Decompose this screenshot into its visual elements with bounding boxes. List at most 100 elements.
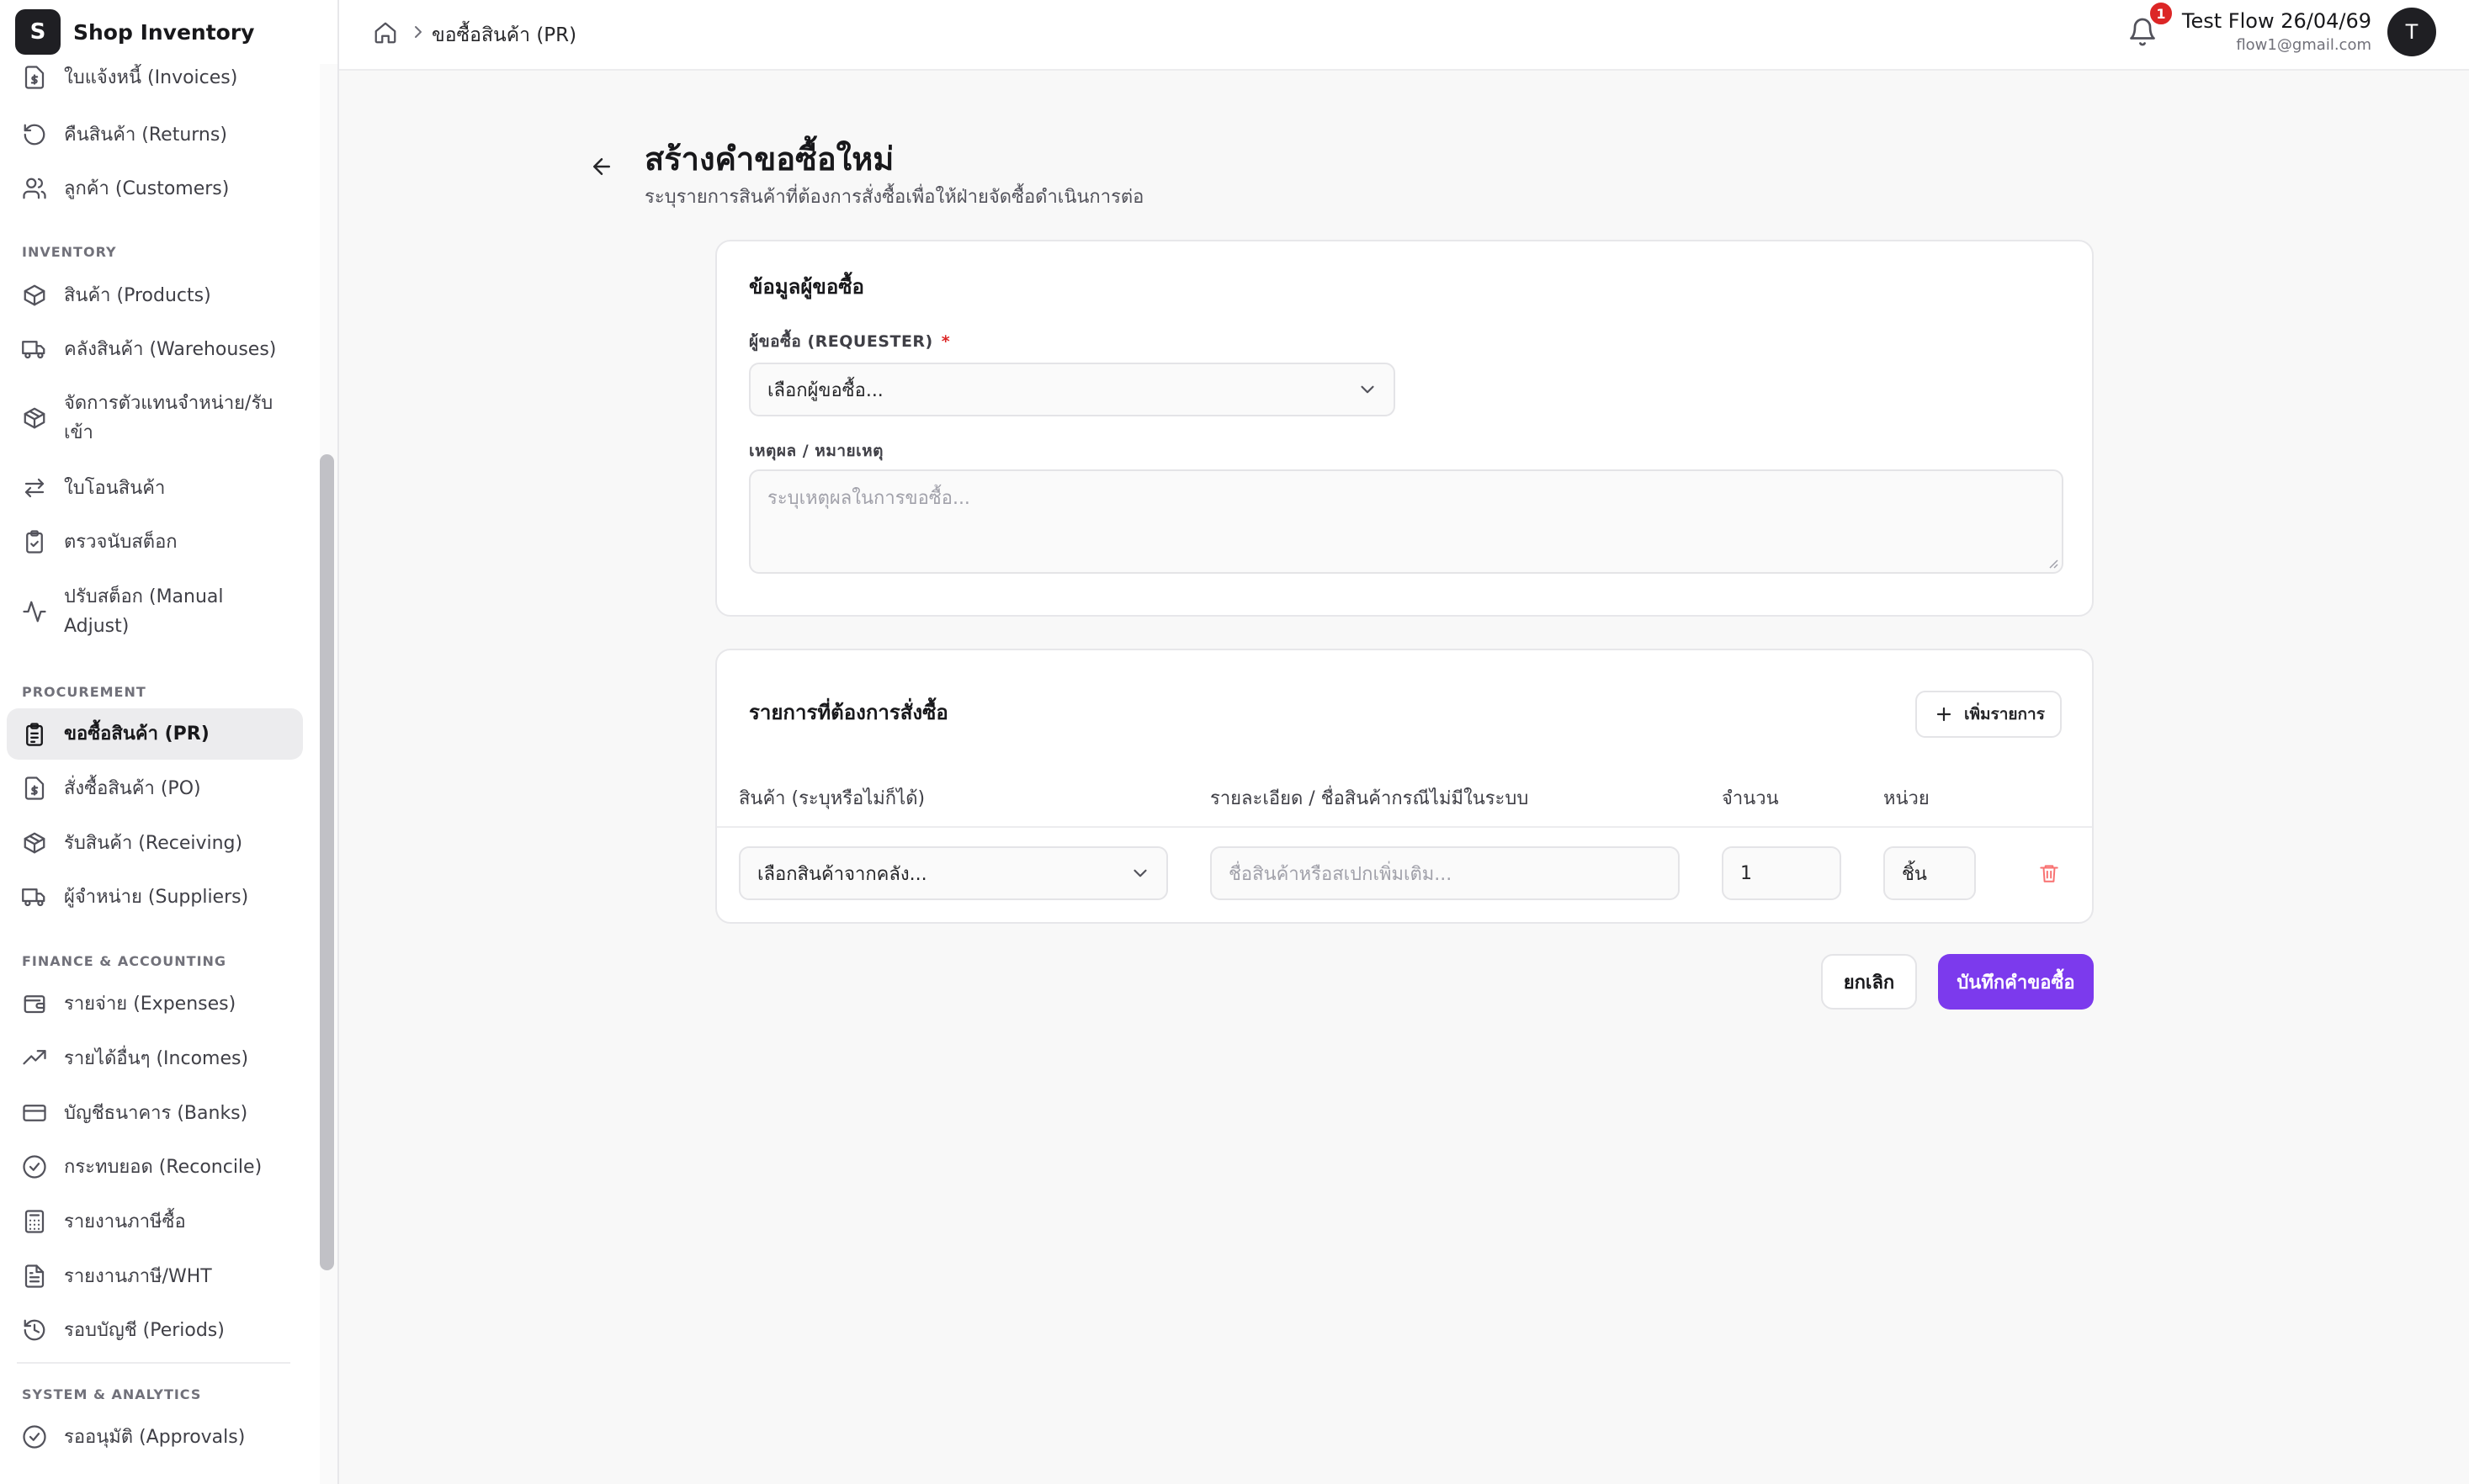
sidebar-item-label: สินค้า (Products) — [64, 284, 211, 306]
box-icon — [20, 281, 49, 310]
page-subtitle: ระบุรายการสินค้าที่ต้องการสั่งซื้อเพื่อใ… — [645, 187, 1144, 208]
resize-handle-icon[interactable] — [2045, 555, 2058, 569]
activity-icon — [20, 597, 49, 626]
table-header-divider — [717, 826, 2092, 828]
sidebar-item-label: ใบแจ้งหนี้ (Invoices) — [64, 66, 238, 88]
sidebar-divider — [17, 1362, 290, 1364]
wallet-icon — [20, 989, 49, 1018]
sidebar-item-incomes[interactable]: รายได้อื่นๆ (Incomes) — [7, 1041, 303, 1075]
requester-select-value: เลือกผู้ขอซื้อ... — [767, 379, 884, 401]
sidebar-item-expenses[interactable]: รายจ่าย (Expenses) — [7, 987, 303, 1020]
sidebar-item-label: รอบบัญชี (Periods) — [64, 1319, 225, 1341]
truck-icon — [20, 335, 49, 363]
items-card-title: รายการที่ต้องการสั่งซื้อ — [749, 701, 948, 724]
sidebar-section-system: SYSTEM & ANALYTICS — [22, 1386, 202, 1402]
sidebar-section-procurement: PROCUREMENT — [22, 684, 146, 700]
users-icon — [20, 174, 49, 203]
notification-badge: 1 — [2148, 0, 2174, 27]
sidebar-item-label: รายงานภาษี/WHT — [64, 1265, 212, 1287]
sidebar-item-warehouses[interactable]: คลังสินค้า (Warehouses) — [7, 332, 303, 366]
reason-label: เหตุผล / หมายเหตุ — [749, 442, 884, 460]
sidebar-item-wht[interactable]: รายงานภาษี/WHT — [7, 1259, 303, 1293]
history-icon — [20, 1316, 49, 1344]
add-item-button[interactable]: เพิ่มรายการ — [1915, 691, 2062, 738]
delete-row-icon[interactable] — [2038, 862, 2060, 884]
product-select-value: เลือกสินค้าจากคลัง... — [757, 863, 927, 885]
sidebar-item-label: ปรับสต็อก (Manual Adjust) — [64, 586, 224, 637]
sidebar-item-customers[interactable]: ลูกค้า (Customers) — [7, 172, 303, 205]
requester-label: ผู้ขอซื้อ (REQUESTER) * — [749, 329, 950, 354]
column-header-unit: หน่วย — [1883, 788, 1930, 809]
sidebar-item-label: รายงานภาษีซื้อ — [64, 1211, 186, 1232]
sidebar-item-label: สั่งซื้อสินค้า (PO) — [64, 777, 201, 799]
sidebar-item-distributors[interactable]: จัดการตัวแทนจำหน่าย/รับเข้า — [7, 387, 303, 449]
app-name: Shop Inventory — [73, 19, 255, 45]
sidebar-scrollbar-thumb[interactable] — [320, 454, 334, 1270]
column-header-qty: จำนวน — [1722, 788, 1779, 809]
product-select[interactable]: เลือกสินค้าจากคลัง... — [739, 846, 1168, 900]
unit-input[interactable]: ชิ้น — [1883, 846, 1976, 900]
save-button[interactable]: บันทึกคำขอซื้อ — [1938, 954, 2094, 1010]
sidebar-item-suppliers[interactable]: ผู้จำหน่าย (Suppliers) — [7, 880, 303, 914]
sidebar-item-banks[interactable]: บัญชีธนาคาร (Banks) — [7, 1096, 303, 1130]
breadcrumb-current: ขอซื้อสินค้า (PR) — [432, 24, 577, 46]
clipboard-check-icon — [20, 527, 49, 556]
cancel-button[interactable]: ยกเลิก — [1821, 954, 1917, 1010]
sidebar-item-transfers[interactable]: ใบโอนสินค้า — [7, 471, 303, 505]
back-arrow-icon[interactable] — [589, 154, 614, 179]
detail-input[interactable]: ชื่อสินค้าหรือสเปกเพิ่มเติม... — [1210, 846, 1680, 900]
sidebar-item-periods[interactable]: รอบบัญชี (Periods) — [7, 1313, 303, 1347]
items-card: รายการที่ต้องการสั่งซื้อ เพิ่มรายการ สิน… — [715, 649, 2094, 924]
package-icon — [20, 829, 49, 857]
quantity-input[interactable]: 1 — [1722, 846, 1841, 900]
sidebar-item-returns[interactable]: คืนสินค้า (Returns) — [7, 118, 303, 151]
sidebar-item-label: รายได้อื่นๆ (Incomes) — [64, 1047, 249, 1069]
requester-label-text: ผู้ขอซื้อ (REQUESTER) — [749, 332, 933, 351]
sidebar-item-stock-count[interactable]: ตรวจนับสต็อก — [7, 525, 303, 559]
sidebar: ใบแจ้งหนี้ (Invoices) คืนสินค้า (Returns… — [0, 0, 339, 1484]
sidebar-section-finance: FINANCE & ACCOUNTING — [22, 953, 227, 969]
reason-placeholder: ระบุเหตุผลในการขอซื้อ... — [767, 488, 970, 509]
sidebar-section-inventory: INVENTORY — [22, 244, 117, 260]
check-circle-icon — [20, 1423, 49, 1451]
detail-placeholder: ชื่อสินค้าหรือสเปกเพิ่มเติม... — [1229, 863, 1452, 885]
sidebar-item-purchase-tax[interactable]: รายงานภาษีซื้อ — [7, 1205, 303, 1238]
sidebar-item-products[interactable]: สินค้า (Products) — [7, 278, 303, 312]
sidebar-item-label: ลูกค้า (Customers) — [64, 178, 230, 199]
reason-textarea[interactable]: ระบุเหตุผลในการขอซื้อ... — [749, 469, 2063, 574]
sidebar-item-reconcile[interactable]: กระทบยอด (Reconcile) — [7, 1150, 303, 1184]
sidebar-item-label: ผู้จำหน่าย (Suppliers) — [64, 886, 249, 908]
sidebar-item-purchase-requests[interactable]: ขอซื้อสินค้า (PR) — [7, 708, 303, 760]
top-bar: ขอซื้อสินค้า (PR) 1 Test Flow 26/04/69 f… — [339, 0, 2469, 71]
calculator-icon — [20, 1207, 49, 1236]
check-circle-icon — [20, 1153, 49, 1181]
chevron-right-icon — [408, 22, 428, 42]
sidebar-item-invoices[interactable]: ใบแจ้งหนี้ (Invoices) — [7, 61, 303, 93]
plus-icon — [1934, 704, 1954, 724]
file-text-icon — [20, 1262, 49, 1291]
dollar-doc-icon — [20, 63, 49, 92]
sidebar-item-purchase-orders[interactable]: สั่งซื้อสินค้า (PO) — [7, 771, 303, 805]
user-name: Test Flow 26/04/69 — [2181, 9, 2371, 33]
requester-card: ข้อมูลผู้ขอซื้อ ผู้ขอซื้อ (REQUESTER) * เ… — [715, 240, 2094, 617]
sidebar-item-label: คืนสินค้า (Returns) — [64, 124, 227, 146]
sidebar-item-label: ขอซื้อสินค้า (PR) — [64, 723, 210, 745]
home-icon[interactable] — [373, 20, 398, 45]
sidebar-item-label: จัดการตัวแทนจำหน่าย/รับเข้า — [64, 393, 273, 443]
requester-select[interactable]: เลือกผู้ขอซื้อ... — [749, 363, 1395, 416]
sidebar-item-label: ตรวจนับสต็อก — [64, 531, 178, 553]
avatar[interactable]: T — [2387, 8, 2436, 56]
dollar-doc-icon — [20, 774, 49, 803]
trending-up-icon — [20, 1044, 49, 1073]
brand[interactable]: S Shop Inventory — [0, 0, 337, 64]
chevron-down-icon — [1129, 862, 1151, 884]
column-header-detail: รายละเอียด / ชื่อสินค้ากรณีไม่มีในระบบ — [1210, 788, 1529, 809]
sidebar-item-receiving[interactable]: รับสินค้า (Receiving) — [7, 826, 303, 860]
sidebar-item-manual-adjust[interactable]: ปรับสต็อก (Manual Adjust) — [7, 580, 303, 643]
sidebar-item-approvals[interactable]: รออนุมัติ (Approvals) — [7, 1420, 303, 1454]
transfer-icon — [20, 474, 49, 502]
sidebar-item-label: รายจ่าย (Expenses) — [64, 993, 236, 1015]
sidebar-item-label: กระทบยอด (Reconcile) — [64, 1156, 263, 1178]
quantity-value: 1 — [1740, 862, 1752, 884]
chevron-down-icon — [1357, 379, 1378, 400]
